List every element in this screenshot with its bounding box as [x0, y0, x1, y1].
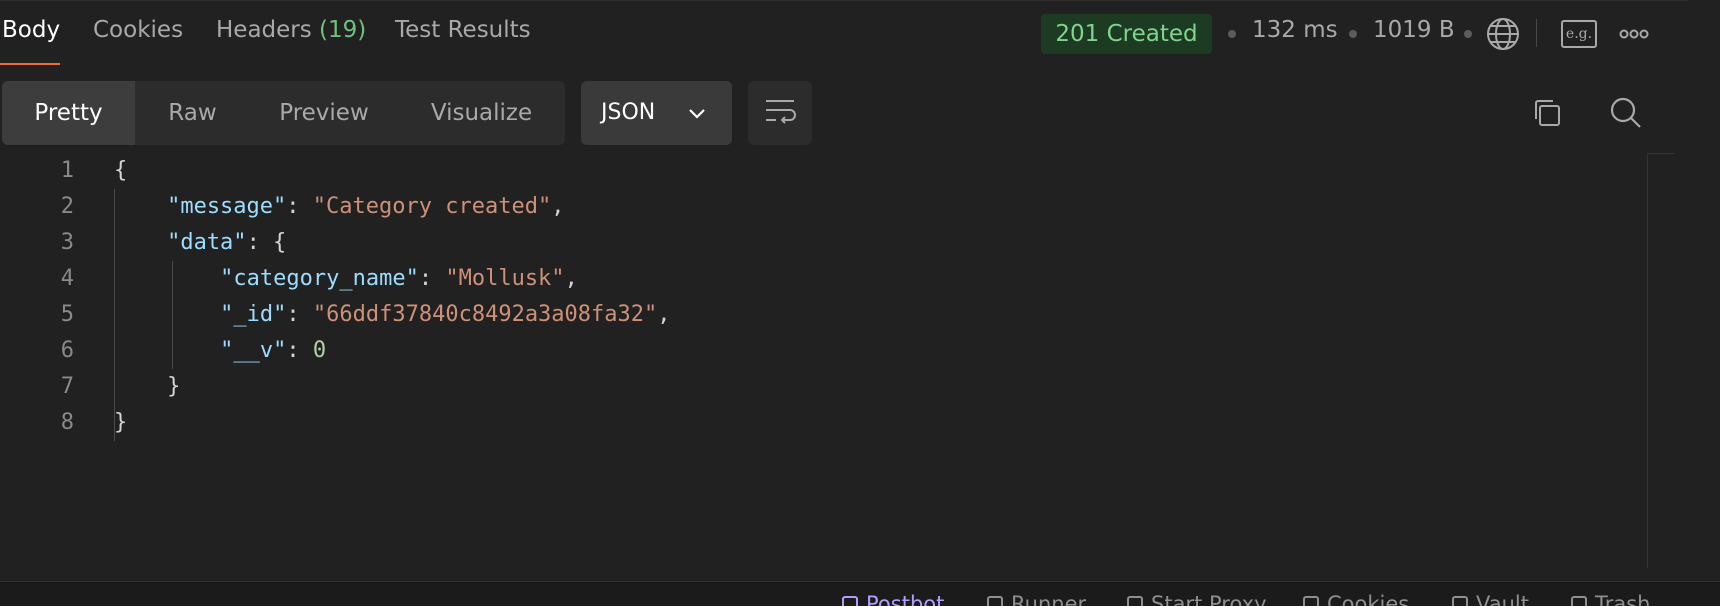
status-bar-label: Postbot	[866, 592, 945, 606]
json-punctuation: : {	[246, 230, 287, 255]
code-text: "category_name": "Mollusk",	[220, 261, 578, 297]
separator-dot	[1464, 30, 1472, 38]
vault-icon	[1452, 596, 1468, 606]
code-text: "_id": "66ddf37840c8492a3a08fa32",	[220, 297, 670, 333]
headers-count: (19)	[319, 17, 367, 43]
json-punctuation: :	[286, 302, 313, 327]
json-punctuation: :	[286, 338, 313, 363]
status-bar-vault[interactable]: Vault	[1452, 592, 1529, 606]
status-bar-trash[interactable]: Trash	[1571, 592, 1651, 606]
view-mode-visualize[interactable]: Visualize	[398, 81, 565, 145]
save-example-icon[interactable]: e.g.	[1561, 20, 1597, 48]
json-key: "category_name"	[220, 266, 419, 291]
status-bar-label: Start Proxy	[1151, 592, 1267, 606]
separator-dot	[1349, 30, 1357, 38]
json-punctuation: }	[167, 374, 181, 399]
line-number: 1	[60, 158, 74, 183]
runner-icon	[987, 596, 1003, 606]
bottom-status-bar: Postbot Runner Start Proxy Cookies Vault Tras…	[0, 581, 1720, 606]
status-bar-label: Runner	[1011, 592, 1087, 606]
json-punctuation: ,	[657, 302, 671, 327]
trash-icon	[1571, 596, 1587, 606]
globe-icon[interactable]	[1484, 15, 1522, 53]
json-key: "data"	[167, 230, 247, 255]
vertical-scrollbar[interactable]	[1647, 153, 1675, 568]
wrap-lines-icon	[764, 98, 796, 128]
status-bar-runner[interactable]: Runner	[987, 592, 1086, 606]
copy-icon[interactable]	[1529, 95, 1565, 131]
json-punctuation: :	[286, 194, 313, 219]
response-body-viewer[interactable]: 1 {2 "message": "Category created", 3 "data"…	[0, 153, 1640, 573]
status-bar-start-proxy[interactable]: Start Proxy	[1127, 592, 1267, 606]
json-punctuation: }	[114, 410, 128, 435]
status-bar-cookies[interactable]: Cookies	[1303, 592, 1409, 606]
code-text: "data": {	[167, 225, 286, 261]
code-text: "message": "Category created",	[167, 189, 564, 225]
json-key: "message"	[167, 194, 287, 219]
view-mode-raw[interactable]: Raw	[135, 81, 250, 145]
tab-headers[interactable]: Headers (19)	[216, 17, 366, 43]
line-number: 7	[60, 374, 74, 399]
code-text: {	[114, 153, 127, 189]
postbot-icon	[842, 596, 858, 606]
code-text: "__v": 0	[220, 333, 326, 369]
indent-guide	[172, 261, 173, 369]
wrap-lines-button[interactable]	[748, 81, 812, 145]
search-icon[interactable]	[1608, 95, 1644, 131]
json-punctuation: ,	[551, 194, 565, 219]
json-string: "66ddf37840c8492a3a08fa32"	[312, 302, 658, 327]
json-string: "Mollusk"	[445, 266, 565, 291]
tab-body[interactable]: Body	[2, 17, 60, 43]
json-key: "__v"	[220, 338, 287, 363]
toolbar-divider	[1536, 19, 1537, 47]
line-number: 6	[60, 338, 74, 363]
line-number: 3	[60, 230, 74, 255]
code-text: }	[114, 405, 127, 441]
tab-cookies[interactable]: Cookies	[93, 17, 183, 43]
view-mode-toggle: Pretty Raw Preview Visualize	[2, 81, 565, 145]
chevron-down-icon	[687, 103, 707, 127]
code-text: }	[167, 369, 180, 405]
view-mode-preview[interactable]: Preview	[250, 81, 398, 145]
json-punctuation: :	[418, 266, 446, 291]
json-key: "_id"	[220, 302, 287, 327]
response-tab-bar: Body Cookies Headers (19) Test Results 2…	[0, 0, 1688, 66]
format-select-value: JSON	[601, 100, 656, 125]
tab-test-results[interactable]: Test Results	[395, 17, 531, 43]
response-panel: Body Cookies Headers (19) Test Results 2…	[0, 0, 1720, 606]
json-punctuation: ,	[564, 266, 578, 291]
response-time[interactable]: 132 ms	[1252, 17, 1338, 43]
more-horizontal-icon[interactable]	[1617, 19, 1651, 49]
line-number: 2	[60, 194, 74, 219]
line-number: 4	[60, 266, 74, 291]
status-bar-label: Cookies	[1327, 592, 1410, 606]
json-punctuation: {	[114, 158, 128, 183]
line-number: 5	[60, 302, 74, 327]
indent-guide	[114, 189, 115, 441]
response-size[interactable]: 1019 B	[1373, 17, 1455, 43]
json-number: 0	[312, 338, 327, 363]
separator-dot	[1228, 30, 1236, 38]
view-mode-pretty[interactable]: Pretty	[2, 81, 135, 145]
json-string: "Category created"	[312, 194, 552, 219]
line-number: 8	[60, 410, 74, 435]
proxy-icon	[1127, 596, 1143, 606]
status-bar-label: Trash	[1595, 592, 1651, 606]
active-tab-indicator	[0, 63, 60, 65]
status-bar-label: Vault	[1476, 592, 1529, 606]
status-bar-postbot[interactable]: Postbot	[842, 592, 944, 606]
cookie-icon	[1303, 596, 1319, 606]
format-select[interactable]: JSON	[581, 81, 732, 145]
status-badge[interactable]: 201 Created	[1041, 14, 1212, 54]
